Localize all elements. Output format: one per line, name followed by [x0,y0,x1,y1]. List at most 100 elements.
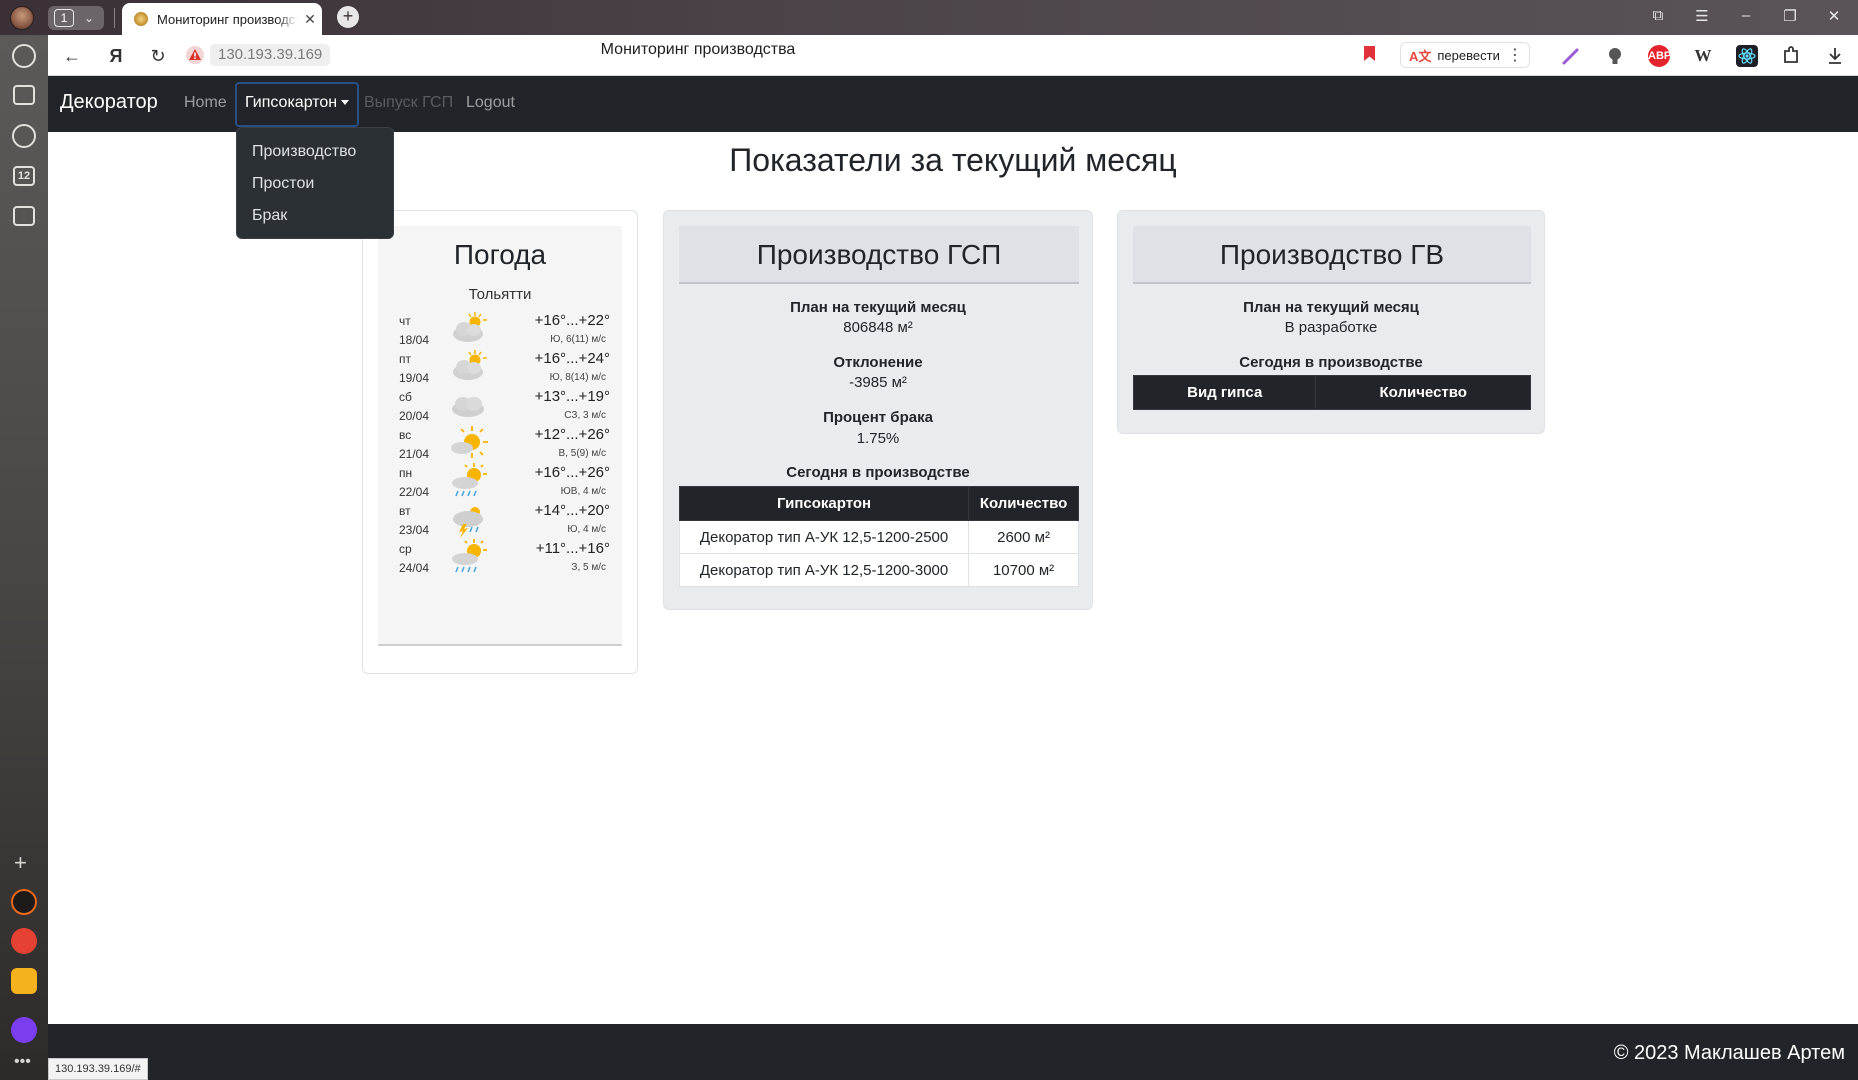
tab-count: 1 [54,9,74,27]
tab-divider [114,8,115,28]
nav-home-link[interactable]: Home [184,94,227,112]
weather-temperature: +13°...+19° [534,388,610,405]
collections-icon[interactable]: ⧉ [1646,7,1670,24]
download-icon[interactable] [1824,45,1846,67]
weather-date: 19/04 [399,371,430,385]
weather-temperature: +12°...+26° [534,426,610,443]
browser-side-panel: 12 + ••• [0,35,48,1080]
gv-plan-value: В разработке [1284,319,1378,336]
dropdown-item-production[interactable]: Производство [237,136,393,168]
mail-icon[interactable] [11,968,37,994]
nav-logout-link[interactable]: Logout [466,94,515,112]
add-icon[interactable]: + [14,850,27,876]
site-favicon-icon [134,12,148,26]
pen-icon[interactable] [1560,45,1582,67]
tab-counter-button[interactable]: 1 ⌄ [48,6,104,30]
gsp-deviation-label: Отклонение [833,354,923,371]
profile-avatar[interactable] [10,6,34,30]
table-cell: 2600 м² [968,520,1079,554]
close-tab-icon[interactable]: ✕ [298,11,322,28]
site-footer: © 2023 Маклашев Артем [48,1024,1858,1080]
caret-down-icon [341,100,350,106]
weather-date: 21/04 [399,447,430,461]
notes-icon[interactable] [13,85,35,105]
weather-day: пн [399,466,413,480]
gsp-today-label: Сегодня в производстве [786,464,970,481]
gv-plan-label: План на текущий месяц [1243,299,1419,316]
weather-day: ср [399,542,412,556]
weather-wind: ЮВ, 4 м/с [560,486,606,497]
weather-temperature: +16°...+24° [534,350,610,367]
weather-date: 22/04 [399,485,430,499]
browser-tab[interactable]: Мониторинг производства ✕ [122,3,322,35]
gsp-production-table: Гипсокартон Количество Декоратор тип А-У… [678,486,1079,587]
calendar-icon[interactable]: 12 [13,166,35,186]
partly-cloudy-icon [448,348,490,386]
gv-today-label: Сегодня в производстве [1239,354,1423,371]
brand-link[interactable]: Декоратор [60,91,158,114]
weather-day: пт [399,352,411,366]
more-vertical-icon[interactable]: ⋮ [1507,45,1523,65]
screenshot-icon[interactable] [13,206,35,226]
weather-card: Погода Тольятти чт 18/04 +16°...+22° Ю, 6(1… [362,210,638,674]
translate-button[interactable]: A文 перевести ⋮ [1400,42,1530,68]
more-icon[interactable]: ••• [14,1053,31,1071]
history-icon[interactable] [12,44,36,68]
weather-temperature: +14°...+20° [534,502,610,519]
gsp-defect-label: Процент брака [823,409,933,426]
weather-city: Тольятти [468,286,532,303]
weather-date: 18/04 [399,333,430,347]
weather-date: 23/04 [399,523,430,537]
weather-wind: З, 5 м/с [571,562,606,573]
wikipedia-icon[interactable]: W [1692,45,1714,67]
gv-production-table: Вид гипса Количество [1132,375,1531,410]
translate-app-icon[interactable] [11,928,37,954]
gsp-production-card: Производство ГСП План на текущий месяц 8… [663,210,1093,610]
gsp-plan-value: 806848 м² [843,319,913,336]
copyright-text: © 2023 Маклашев Артем [1613,1042,1845,1064]
kinopoisk-icon[interactable] [11,889,37,915]
tab-title: Мониторинг производства [157,11,298,27]
minimize-icon[interactable]: – [1734,7,1758,24]
table-cell: Декоратор тип А-УК 12,5-1200-2500 [678,520,970,554]
table-header-cell: Вид гипса [1132,375,1317,410]
sun-cloud-icon [448,424,490,462]
dropdown-item-downtime[interactable]: Простои [237,168,393,200]
weather-day: вт [399,504,411,518]
react-devtools-icon[interactable] [1736,45,1758,67]
dropdown-item-defects[interactable]: Брак [237,200,393,232]
lightbulb-icon[interactable] [1604,45,1626,67]
table-header-row: Вид гипса Количество [1132,375,1531,410]
cloudy-icon [448,386,490,424]
gsp-deviation-value: -3985 м² [849,374,907,391]
nav-gypsum-dropdown-toggle[interactable]: Гипсокартон [235,82,359,127]
weather-wind: Ю, 8(14) м/с [549,372,606,383]
puzzle-icon[interactable] [1780,45,1802,67]
table-header-cell: Количество [1315,375,1531,410]
adblock-icon[interactable]: ABP [1648,45,1671,67]
bookmark-icon[interactable] [1364,46,1375,61]
menu-icon[interactable]: ☰ [1690,7,1714,25]
weather-date: 20/04 [399,409,430,423]
close-window-icon[interactable]: ✕ [1822,7,1846,25]
weather-day: сб [399,390,412,404]
browser-tab-bar: 1 ⌄ Мониторинг производства ✕ + ⧉ ☰ – ❐ … [0,0,1858,35]
nav-gsp-output-link[interactable]: Выпуск ГСП [364,94,453,112]
play-icon[interactable] [12,124,36,148]
table-cell: Декоратор тип А-УК 12,5-1200-3000 [678,553,970,587]
alice-icon[interactable] [11,1017,37,1043]
table-row: Декоратор тип А-УК 12,5-1200-3000 10700 … [678,553,1079,587]
weather-title: Погода [453,239,547,270]
new-tab-button[interactable]: + [337,6,359,28]
weather-date: 24/04 [399,561,430,575]
table-header-cell: Количество [968,486,1079,521]
status-bar-url: 130.193.39.169/# [48,1058,148,1080]
table-row: Декоратор тип А-УК 12,5-1200-2500 2600 м… [678,520,1079,554]
gsp-defect-value: 1.75% [856,430,900,447]
weather-wind: Ю, 4 м/с [567,524,606,535]
nav-gypsum-label: Гипсокартон [245,94,338,111]
restore-icon[interactable]: ❐ [1778,7,1802,25]
weather-temperature: +11°...+16° [535,540,610,557]
weather-wind: В, 5(9) м/с [558,448,606,459]
address-bar: ← Я ↻ 130.193.39.169 Мониторинг производ… [48,35,1858,76]
